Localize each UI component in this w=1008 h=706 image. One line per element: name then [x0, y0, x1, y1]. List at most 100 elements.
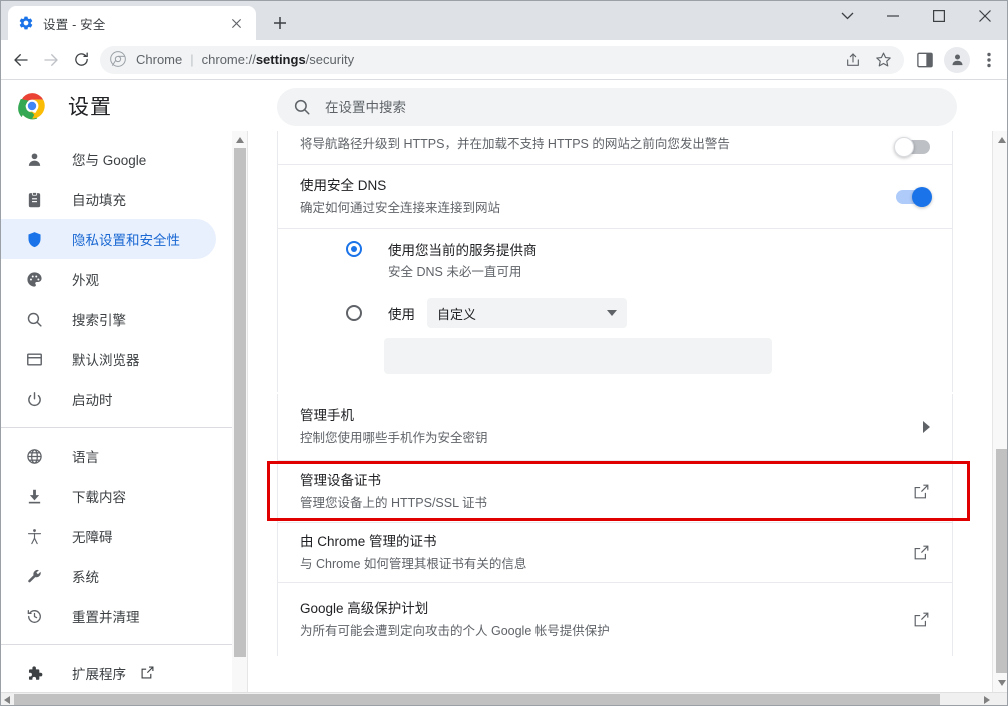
search-icon	[24, 309, 44, 329]
puzzle-icon	[24, 663, 44, 683]
main-scrollbar[interactable]	[992, 131, 1008, 692]
row-subtitle: 与 Chrome 如何管理其根证书有关的信息	[300, 556, 527, 571]
google-advanced-protection-row[interactable]: Google 高级保护计划 为所有可能会遭到定向攻击的个人 Google 帐号提…	[278, 583, 952, 656]
browser-tab[interactable]: 设置 - 安全	[8, 6, 256, 40]
browser-toolbar: Chrome | chrome://settings/security	[0, 40, 1008, 80]
toggle-knob	[912, 186, 932, 207]
download-icon	[24, 486, 44, 506]
row-texts: 管理设备证书 管理您设备上的 HTTPS/SSL 证书	[300, 471, 897, 513]
sidebar-item-label: 无障碍	[72, 530, 113, 545]
url-suffix: /security	[305, 52, 355, 67]
row-title: 管理手机	[300, 408, 354, 423]
sidebar-item-default-browser[interactable]: 默认浏览器	[0, 339, 216, 379]
chrome-logo-icon	[18, 92, 46, 120]
sidebar-item-downloads[interactable]: 下载内容	[0, 476, 216, 516]
shield-icon	[24, 229, 44, 249]
dns-provider-dropdown[interactable]: 自定义	[427, 298, 627, 328]
dns-option-current-provider[interactable]: 使用您当前的服务提供商 安全 DNS 未必一直可用	[278, 229, 952, 292]
sidebar-item-label: 下载内容	[72, 490, 126, 505]
sidebar-item-you-and-google[interactable]: 您与 Google	[0, 139, 216, 179]
external-link-icon	[140, 665, 156, 681]
more-vert-icon[interactable]	[974, 45, 1004, 75]
tab-search-chevron-down-icon[interactable]	[824, 0, 870, 32]
hscroll-thumb[interactable]	[14, 694, 940, 706]
sidebar-item-label: 系统	[72, 570, 99, 585]
sidebar-item-languages[interactable]: 语言	[0, 436, 216, 476]
radio-custom-provider[interactable]	[346, 305, 362, 321]
main-scroll-down-arrow[interactable]	[994, 675, 1008, 691]
power-icon	[24, 389, 44, 409]
sidebar-scroll-thumb[interactable]	[234, 148, 246, 657]
omnibox-scheme-label: Chrome	[136, 52, 183, 67]
person-icon	[24, 149, 44, 169]
sidebar-item-search-engine[interactable]: 搜索引擎	[0, 299, 216, 339]
horizontal-scrollbar[interactable]	[0, 692, 1008, 706]
manage-phones-row[interactable]: 管理手机 控制您使用哪些手机作为安全密钥	[278, 394, 952, 461]
sidebar-item-on-startup[interactable]: 启动时	[0, 379, 216, 419]
profile-avatar[interactable]	[944, 46, 970, 73]
sidebar-item-label: 默认浏览器	[72, 353, 140, 368]
secure-dns-toggle[interactable]	[896, 186, 932, 207]
side-panel-icon[interactable]	[910, 45, 940, 75]
settings-main-panel: 将导航路径升级到 HTTPS，并在加载不支持 HTTPS 的网站之前向您发出警告…	[249, 131, 992, 692]
security-links-card: 管理手机 控制您使用哪些手机作为安全密钥 管理设备证书 管理您设备上的 HTTP…	[277, 394, 953, 656]
hscroll-right-arrow[interactable]	[980, 693, 994, 706]
wrench-icon	[24, 566, 44, 586]
sidebar-item-system[interactable]: 系统	[0, 556, 216, 596]
main-scroll-thumb[interactable]	[996, 449, 1008, 673]
secure-dns-card: 使用安全 DNS 确定如何通过安全连接来连接到网站 使用您当前的服务提供商 安全…	[277, 165, 953, 392]
tab-close-icon[interactable]	[226, 13, 246, 33]
external-link-icon[interactable]	[913, 483, 930, 500]
forward-arrow-icon[interactable]	[36, 45, 66, 75]
external-link-icon[interactable]	[913, 611, 930, 628]
chrome-logo-icon	[110, 50, 128, 69]
reload-icon[interactable]	[66, 45, 96, 75]
settings-search-box[interactable]	[277, 88, 957, 126]
new-tab-button[interactable]	[266, 9, 294, 37]
dropdown-value: 自定义	[437, 306, 477, 322]
sidebar-item-autofill[interactable]: 自动填充	[0, 179, 216, 219]
sidebar-scrollbar[interactable]	[232, 131, 248, 692]
dns-custom-input[interactable]	[384, 338, 772, 374]
sidebar-divider-1	[0, 427, 232, 428]
minimize-icon[interactable]	[870, 0, 916, 32]
sidebar-scroll-up-arrow[interactable]	[232, 132, 248, 148]
toggle-switch-off[interactable]	[894, 137, 930, 157]
chrome-managed-certificates-row[interactable]: 由 Chrome 管理的证书 与 Chrome 如何管理其根证书有关的信息	[278, 523, 952, 583]
https-toggle[interactable]	[894, 137, 930, 157]
sidebar-item-accessibility[interactable]: 无障碍	[0, 516, 216, 556]
sidebar-item-label: 隐私设置和安全性	[72, 233, 180, 248]
sidebar-item-appearance[interactable]: 外观	[0, 259, 216, 299]
row-title: 由 Chrome 管理的证书	[300, 533, 437, 549]
main-scroll-up-arrow[interactable]	[994, 132, 1008, 148]
sidebar-item-privacy-and-security[interactable]: 隐私设置和安全性	[0, 219, 216, 259]
dns-option-custom[interactable]: 使用 自定义	[278, 292, 952, 332]
toolbar-right-buttons	[910, 45, 1008, 75]
row-texts: 使用安全 DNS 确定如何通过安全连接来连接到网站	[300, 176, 880, 218]
url-bold-part: settings	[255, 52, 306, 67]
tab-strip: 设置 - 安全	[0, 0, 1008, 40]
chevron-right-icon[interactable]	[922, 421, 930, 433]
close-icon[interactable]	[962, 0, 1008, 32]
secure-dns-row[interactable]: 使用安全 DNS 确定如何通过安全连接来连接到网站	[278, 165, 952, 229]
window-controls	[824, 0, 1008, 40]
row-title: 管理设备证书	[300, 472, 381, 488]
sidebar-item-label: 扩展程序	[72, 667, 126, 682]
share-icon[interactable]	[838, 45, 868, 75]
sidebar-item-extensions[interactable]: 扩展程序	[0, 653, 216, 692]
sidebar-item-label: 启动时	[72, 393, 113, 408]
hscroll-left-arrow[interactable]	[0, 693, 14, 706]
sidebar-divider-2	[0, 644, 232, 645]
radio-current-provider[interactable]	[346, 241, 362, 257]
toggle-switch-on[interactable]	[896, 186, 932, 207]
external-link-icon[interactable]	[913, 544, 930, 561]
bookmark-star-icon[interactable]	[868, 45, 898, 75]
search-input[interactable]	[325, 99, 941, 115]
address-bar[interactable]: Chrome | chrome://settings/security	[100, 45, 904, 75]
back-arrow-icon[interactable]	[6, 45, 36, 75]
https-upgrade-row[interactable]: 将导航路径升级到 HTTPS，并在加载不支持 HTTPS 的网站之前向您发出警告	[278, 131, 952, 165]
manage-device-certificates-row[interactable]: 管理设备证书 管理您设备上的 HTTPS/SSL 证书	[278, 461, 952, 523]
row-texts: Google 高级保护计划 为所有可能会遭到定向攻击的个人 Google 帐号提…	[300, 599, 897, 641]
maximize-icon[interactable]	[916, 0, 962, 32]
sidebar-item-reset-and-cleanup[interactable]: 重置并清理	[0, 596, 216, 636]
